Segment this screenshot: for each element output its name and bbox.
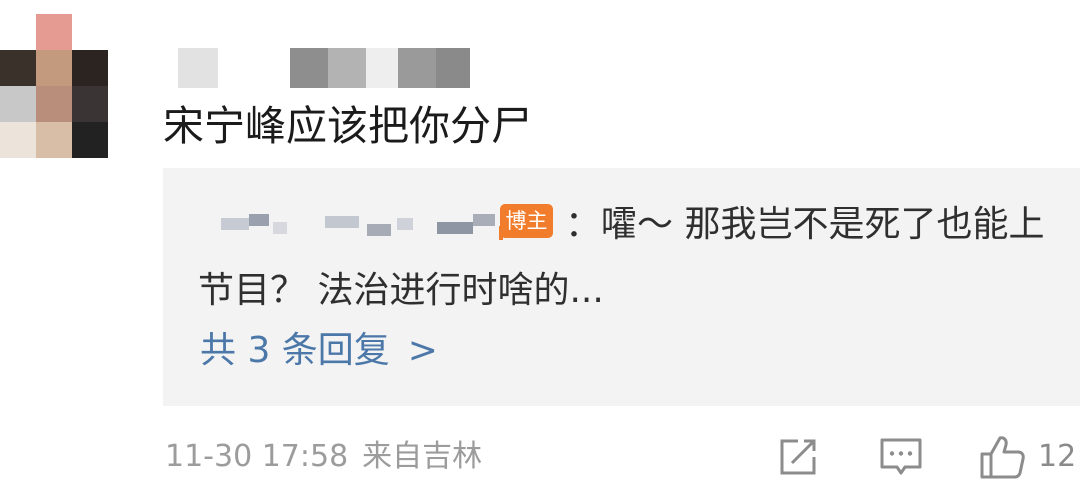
view-all-replies-link[interactable]: 共 3 条回复 > <box>200 326 438 376</box>
reply-text: ：嚯～ 那我岂不是死了也能上节目？ 法治进行时啥的... <box>198 204 1045 311</box>
like-count: 12 <box>1038 439 1077 474</box>
timestamp: 11-30 17:58 <box>165 439 349 474</box>
chevron-right-icon: > <box>407 330 438 371</box>
share-button[interactable] <box>776 434 820 480</box>
comment-icon <box>880 438 922 475</box>
reply-preview[interactable]: 博主 ：嚯～ 那我岂不是死了也能上节目？ 法治进行时啥的... 共 3 条回复 > <box>163 168 1080 406</box>
comment-meta: 11-30 17:58 来自吉林 <box>165 435 482 479</box>
like-button[interactable]: 12 <box>978 434 1076 480</box>
reply-button[interactable] <box>878 434 924 480</box>
comment-card: 宋宁峰应该把你分尸 博主 ：嚯～ 那我岂不是死了也能上节目？ 法治进行时啥的..… <box>0 0 1080 489</box>
share-icon <box>780 439 816 475</box>
avatar[interactable] <box>0 14 110 159</box>
commenter-username-redacted[interactable] <box>178 48 478 88</box>
thumbs-up-icon <box>980 436 1025 479</box>
view-all-replies-label: 共 3 条回复 <box>200 330 390 371</box>
location: 来自吉林 <box>362 439 483 474</box>
comment-text: 宋宁峰应该把你分尸 <box>163 102 532 150</box>
